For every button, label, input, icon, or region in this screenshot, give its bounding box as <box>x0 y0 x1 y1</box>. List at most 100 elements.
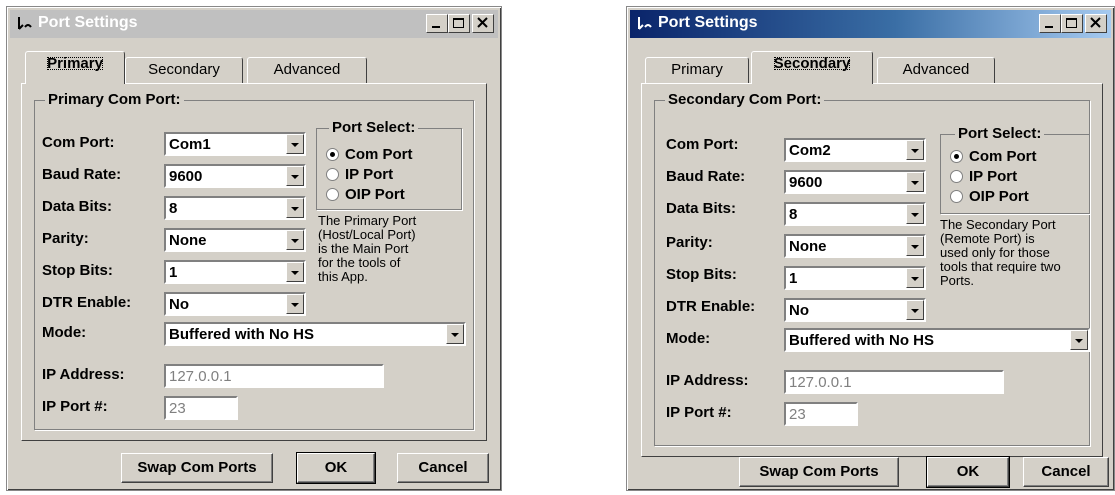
note-line: used only for those <box>940 245 1050 260</box>
baud-rate-value: 9600 <box>169 168 203 185</box>
baud-rate-select[interactable]: 9600 <box>784 170 926 194</box>
radio-com-port[interactable]: Com Port <box>950 148 1037 165</box>
swap-label: Swap Com Ports <box>137 459 257 476</box>
com-port-select[interactable]: Com1 <box>164 132 306 156</box>
minimize-button[interactable] <box>1039 14 1061 33</box>
tab-primary-label: Primary <box>43 53 107 74</box>
data-bits-label: Data Bits: <box>666 200 737 217</box>
dtr-enable-select[interactable]: No <box>784 298 926 322</box>
com-port-label: Com Port: <box>666 136 739 153</box>
chevron-down-icon[interactable] <box>446 324 464 344</box>
baud-rate-label: Baud Rate: <box>42 166 122 183</box>
note-line: (Host/Local Port) <box>318 227 416 242</box>
minimize-icon <box>432 26 440 28</box>
chevron-down-icon[interactable] <box>286 262 304 282</box>
close-icon <box>477 17 488 28</box>
ok-button[interactable]: OK <box>926 456 1010 488</box>
radio-button[interactable] <box>950 150 963 163</box>
baud-rate-value: 9600 <box>789 174 823 191</box>
baud-rate-label: Baud Rate: <box>666 168 746 185</box>
radio-button[interactable] <box>950 170 963 183</box>
chevron-down-icon[interactable] <box>906 268 924 288</box>
ip-port-field[interactable]: 23 <box>784 402 858 426</box>
data-bits-select[interactable]: 8 <box>784 202 926 226</box>
cancel-button[interactable]: Cancel <box>397 453 489 483</box>
ok-label: OK <box>956 463 980 480</box>
dtr-enable-value: No <box>169 296 189 313</box>
stop-bits-select[interactable]: 1 <box>784 266 926 290</box>
tab-advanced[interactable]: Advanced <box>877 57 995 83</box>
maximize-button[interactable] <box>1061 14 1083 33</box>
radio-ip-port[interactable]: IP Port <box>326 166 393 183</box>
ok-button[interactable]: OK <box>296 452 376 484</box>
tab-primary[interactable]: Primary <box>25 51 125 84</box>
close-button[interactable] <box>472 14 494 33</box>
data-bits-label: Data Bits: <box>42 198 113 215</box>
maximize-icon <box>453 18 464 28</box>
maximize-icon <box>1066 18 1077 28</box>
tab-primary[interactable]: Primary <box>645 57 749 83</box>
cancel-label: Cancel <box>418 459 468 476</box>
app-icon <box>638 17 652 30</box>
radio-oip-port[interactable]: OIP Port <box>950 188 1029 205</box>
tab-panel: Secondary Com Port: Com Port: Com2 Baud … <box>641 83 1103 457</box>
port-note: The Primary Port (Host/Local Port) is th… <box>318 214 416 284</box>
mode-label: Mode: <box>42 324 87 341</box>
radio-button[interactable] <box>326 188 339 201</box>
parity-select[interactable]: None <box>164 228 306 252</box>
mode-label: Mode: <box>666 330 711 347</box>
chevron-down-icon[interactable] <box>286 230 304 250</box>
chevron-down-icon[interactable] <box>906 236 924 256</box>
port-settings-window-secondary: Port Settings Primary Secondary Advanced… <box>626 6 1115 491</box>
parity-label: Parity: <box>42 230 89 247</box>
dtr-enable-value: No <box>789 302 809 319</box>
ip-port-value: 23 <box>169 400 186 417</box>
radio-com-port[interactable]: Com Port <box>326 146 413 163</box>
com-port-select[interactable]: Com2 <box>784 138 926 162</box>
radio-button[interactable] <box>950 190 963 203</box>
chevron-down-icon[interactable] <box>286 134 304 154</box>
radio-button[interactable] <box>326 148 339 161</box>
cancel-button[interactable]: Cancel <box>1023 457 1109 487</box>
tab-secondary[interactable]: Secondary <box>751 51 873 84</box>
chevron-down-icon[interactable] <box>286 166 304 186</box>
chevron-down-icon[interactable] <box>906 140 924 160</box>
tab-advanced[interactable]: Advanced <box>247 57 367 83</box>
chevron-down-icon[interactable] <box>906 204 924 224</box>
chevron-down-icon[interactable] <box>286 198 304 218</box>
tab-panel: Primary Com Port: Com Port: Com1 Baud Ra… <box>21 83 487 441</box>
stop-bits-label: Stop Bits: <box>42 262 113 279</box>
radio-button[interactable] <box>326 168 339 181</box>
swap-com-ports-button[interactable]: Swap Com Ports <box>739 457 899 487</box>
ip-address-field[interactable]: 127.0.0.1 <box>784 370 1004 394</box>
parity-value: None <box>169 232 207 249</box>
chevron-down-icon[interactable] <box>906 300 924 320</box>
stop-bits-select[interactable]: 1 <box>164 260 306 284</box>
data-bits-select[interactable]: 8 <box>164 196 306 220</box>
maximize-button[interactable] <box>448 14 470 33</box>
radio-oip-port[interactable]: OIP Port <box>326 186 405 203</box>
chevron-down-icon[interactable] <box>1070 330 1088 350</box>
close-button[interactable] <box>1085 14 1107 33</box>
tab-advanced-label: Advanced <box>273 61 341 78</box>
title-bar[interactable]: Port Settings <box>630 10 1111 38</box>
tab-secondary-label: Secondary <box>148 61 220 78</box>
radio-label: OIP Port <box>345 186 405 203</box>
mode-select[interactable]: Buffered with No HS <box>784 328 1090 352</box>
parity-select[interactable]: None <box>784 234 926 258</box>
title-bar[interactable]: Port Settings <box>10 10 498 38</box>
ip-port-field[interactable]: 23 <box>164 396 238 420</box>
dtr-enable-select[interactable]: No <box>164 292 306 316</box>
ip-address-field[interactable]: 127.0.0.1 <box>164 364 384 388</box>
radio-ip-port[interactable]: IP Port <box>950 168 1017 185</box>
chevron-down-icon[interactable] <box>906 172 924 192</box>
tab-secondary[interactable]: Secondary <box>125 57 243 83</box>
chevron-down-icon[interactable] <box>286 294 304 314</box>
minimize-button[interactable] <box>426 14 448 33</box>
port-note: The Secondary Port (Remote Port) is used… <box>940 218 1061 288</box>
baud-rate-select[interactable]: 9600 <box>164 164 306 188</box>
note-line: is the Main Port <box>318 241 409 256</box>
mode-select[interactable]: Buffered with No HS <box>164 322 466 346</box>
swap-com-ports-button[interactable]: Swap Com Ports <box>121 453 273 483</box>
ip-address-value: 127.0.0.1 <box>169 368 232 385</box>
